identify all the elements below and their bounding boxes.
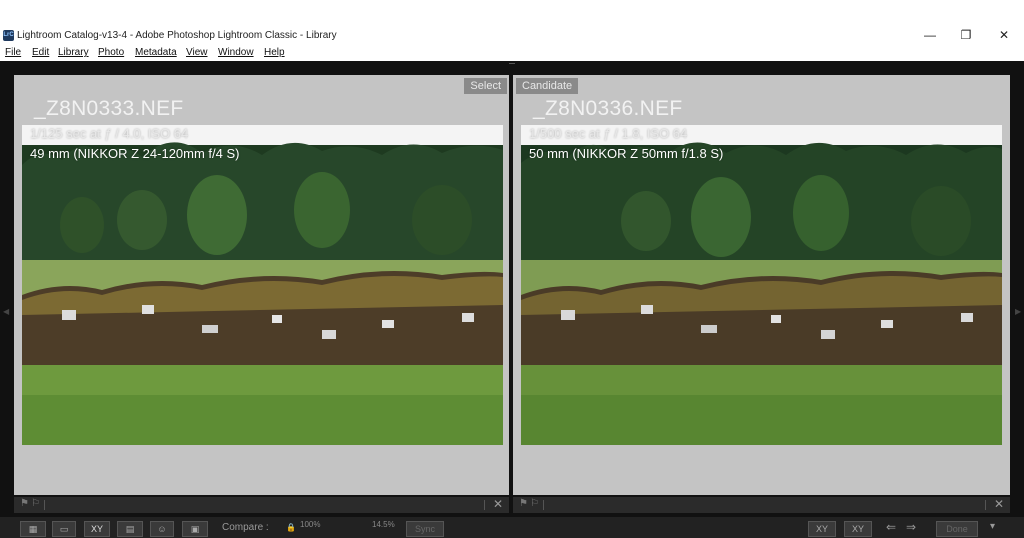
landscape-image	[22, 125, 503, 445]
restore-button[interactable]: ❐	[956, 28, 976, 42]
flag-icon[interactable]: ⚑⚐	[519, 498, 541, 509]
minimize-button[interactable]: —	[920, 28, 940, 42]
select-flag-bar: ⚑⚐ ✕	[14, 497, 509, 513]
toolbar-options-icon[interactable]: ▾	[990, 521, 995, 532]
candidate-tag: Candidate	[516, 78, 579, 94]
left-panel-toggle-icon[interactable]: ◀	[3, 307, 9, 316]
select-filename: _Z8N0333.NEF	[34, 97, 184, 120]
menu-library[interactable]: Library	[58, 47, 89, 58]
select-lens-info: 49 mm (NIKKOR Z 24-120mm f/4 S)	[30, 146, 240, 161]
window-title: Lightroom Catalog-v13-4 - Adobe Photosho…	[17, 30, 337, 41]
menu-help[interactable]: Help	[264, 47, 285, 58]
right-panel-toggle-icon[interactable]: ▶	[1015, 307, 1021, 316]
top-panel-toggle[interactable]	[509, 63, 515, 67]
candidate-panel[interactable]: Candidate _Z8N0336.NEF 1/500 sec at ƒ / …	[513, 75, 1010, 495]
close-icon[interactable]: ✕	[994, 497, 1004, 511]
menu-photo[interactable]: Photo	[98, 47, 124, 58]
window-titlebar: LrC Lightroom Catalog-v13-4 - Adobe Phot…	[0, 27, 1024, 45]
secondary-display-icon[interactable]: ▣	[182, 521, 208, 537]
candidate-lens-info: 50 mm (NIKKOR Z 50mm f/1.8 S)	[529, 146, 724, 161]
sync-button[interactable]: Sync	[406, 521, 444, 537]
flag-icon[interactable]: ⚑⚐	[20, 498, 42, 509]
make-select-icon[interactable]: XY	[844, 521, 872, 537]
select-exposure-info: 1/125 sec at ƒ / 4.0, ISO 64	[30, 126, 189, 141]
close-window-button[interactable]: ✕	[994, 28, 1014, 42]
loupe-view-icon[interactable]: ▭	[52, 521, 76, 537]
candidate-photo[interactable]: 1/500 sec at ƒ / 1.8, ISO 64 50 mm (NIKK…	[521, 125, 1002, 445]
library-toolbar: ▦ ▭ XY ▤ ☺ ▣ Compare : 🔒 100% 14.5% Sync…	[0, 517, 1024, 538]
candidate-flag-bar: ⚑⚐ ✕	[513, 497, 1010, 513]
lightroom-app-icon: LrC	[3, 30, 14, 41]
candidate-exposure-info: 1/500 sec at ƒ / 1.8, ISO 64	[529, 126, 688, 141]
close-icon[interactable]: ✕	[493, 497, 503, 511]
separator	[484, 500, 485, 510]
survey-view-icon[interactable]: ▤	[117, 521, 143, 537]
compare-label: Compare :	[222, 522, 269, 533]
menu-bar: File Edit Library Photo Metadata View Wi…	[0, 46, 1024, 61]
select-tag: Select	[464, 78, 507, 94]
menu-file[interactable]: File	[5, 47, 21, 58]
done-button[interactable]: Done	[936, 521, 978, 537]
candidate-filename: _Z8N0336.NEF	[533, 97, 683, 120]
landscape-image	[521, 125, 1002, 445]
menu-window[interactable]: Window	[218, 47, 254, 58]
grid-view-icon[interactable]: ▦	[20, 521, 46, 537]
separator	[44, 500, 45, 510]
menu-metadata[interactable]: Metadata	[135, 47, 177, 58]
zoom-value: 100%	[300, 520, 321, 529]
separator	[985, 500, 986, 510]
select-panel[interactable]: Select _Z8N0333.NEF 1/125 sec at ƒ / 4.0…	[14, 75, 509, 495]
menu-view[interactable]: View	[186, 47, 208, 58]
lock-icon[interactable]: 🔒	[286, 523, 296, 532]
zoom-value-2: 14.5%	[372, 520, 395, 529]
swap-icon[interactable]: XY	[808, 521, 836, 537]
compare-view-icon[interactable]: XY	[84, 521, 110, 537]
menu-edit[interactable]: Edit	[32, 47, 49, 58]
arrow-left-icon[interactable]: ⇐	[886, 520, 896, 534]
select-photo[interactable]: 1/125 sec at ƒ / 4.0, ISO 64 49 mm (NIKK…	[22, 125, 503, 445]
separator	[543, 500, 544, 510]
people-view-icon[interactable]: ☺	[150, 521, 174, 537]
compare-workspace: ◀ ▶ Select _Z8N0333.NEF 1/125 sec at ƒ /…	[0, 61, 1024, 538]
arrow-right-icon[interactable]: ⇒	[906, 520, 916, 534]
